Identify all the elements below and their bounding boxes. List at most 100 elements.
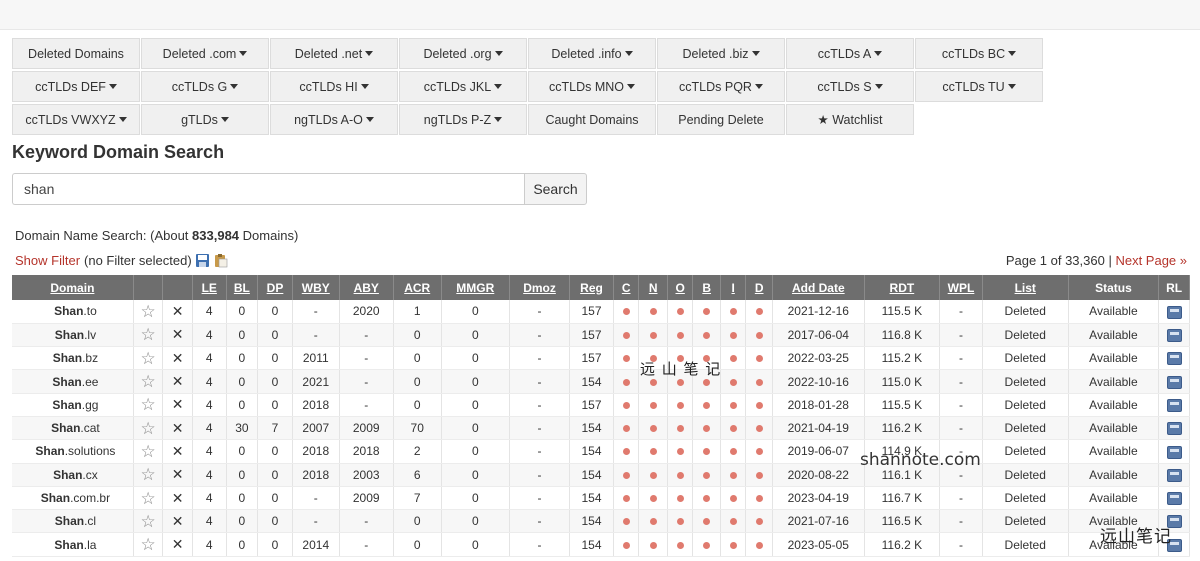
register-icon[interactable]	[1166, 538, 1182, 552]
dot-icon[interactable]	[703, 471, 711, 479]
reg-cell[interactable]: 154	[569, 439, 614, 464]
rdt-cell[interactable]: 116.5 K	[864, 509, 941, 534]
star-icon[interactable]: ☆	[140, 489, 155, 508]
column-header[interactable]: ACR	[393, 275, 442, 300]
domain-cell[interactable]: Shan.ee	[12, 369, 134, 394]
acr-cell[interactable]: 0	[393, 532, 442, 557]
register-icon[interactable]	[1166, 422, 1182, 436]
dot-icon[interactable]	[703, 401, 711, 409]
reg-cell[interactable]: 154	[569, 532, 614, 557]
rdt-cell[interactable]: 116.1 K	[864, 463, 941, 487]
aby-cell[interactable]: 2020	[339, 300, 394, 324]
dot-icon[interactable]	[729, 308, 737, 316]
register-icon[interactable]	[1166, 515, 1182, 529]
domain-keyword[interactable]: Shan	[35, 444, 64, 458]
domain-tld[interactable]: .com.br	[70, 491, 110, 505]
dot-icon[interactable]	[676, 401, 684, 409]
column-header[interactable]: N	[638, 275, 668, 300]
dot-icon[interactable]	[649, 308, 657, 316]
aby-cell[interactable]: -	[339, 393, 394, 417]
column-header[interactable]: Add Date	[772, 275, 865, 300]
dp-cell[interactable]: 0	[257, 393, 293, 417]
domain-cell[interactable]: Shan.com.br	[12, 486, 134, 511]
status-cell[interactable]: Available	[1068, 439, 1160, 464]
dot-icon[interactable]	[703, 518, 711, 526]
close-icon[interactable]: ✕	[172, 490, 184, 506]
dot-icon[interactable]	[703, 355, 711, 363]
dot-icon[interactable]	[703, 425, 711, 433]
bl-cell[interactable]: 0	[226, 509, 259, 534]
column-header[interactable]: RDT	[864, 275, 941, 300]
column-header[interactable]: MMGR	[441, 275, 510, 300]
nav-button[interactable]: ★ Watchlist	[786, 104, 914, 135]
acr-cell[interactable]: 6	[393, 463, 442, 487]
dot-icon[interactable]	[676, 308, 684, 316]
nav-button[interactable]: Deleted .info	[528, 38, 656, 69]
dot-icon[interactable]	[649, 401, 657, 409]
domain-keyword[interactable]: Shan	[54, 304, 83, 318]
rdt-cell[interactable]: 116.2 K	[864, 416, 941, 441]
aby-cell[interactable]: -	[339, 532, 394, 557]
rdt-cell[interactable]: 114.9 K	[864, 439, 941, 464]
domain-keyword[interactable]: Shan	[52, 375, 81, 389]
domain-keyword[interactable]: Shan	[53, 351, 82, 365]
wby-cell[interactable]: 2021	[292, 369, 340, 394]
acr-cell[interactable]: 1	[393, 300, 442, 324]
dot-icon[interactable]	[622, 448, 630, 456]
aby-cell[interactable]: 2009	[339, 416, 394, 441]
column-header[interactable]: DP	[257, 275, 293, 300]
status-cell[interactable]: Available	[1068, 369, 1160, 394]
status-cell[interactable]: Available	[1068, 486, 1160, 511]
star-icon[interactable]: ☆	[140, 372, 155, 391]
star-icon[interactable]: ☆	[140, 325, 155, 344]
nav-button[interactable]: ngTLDs P-Z	[399, 104, 527, 135]
dot-icon[interactable]	[649, 541, 657, 549]
domain-keyword[interactable]: Shan	[41, 491, 70, 505]
dp-cell[interactable]: 0	[257, 346, 293, 371]
wby-cell[interactable]: 2018	[292, 439, 340, 464]
dot-icon[interactable]	[703, 448, 711, 456]
dp-cell[interactable]: 7	[257, 416, 293, 441]
star-icon[interactable]: ☆	[140, 442, 155, 461]
bl-cell[interactable]: 0	[226, 532, 259, 557]
dp-cell[interactable]: 0	[257, 509, 293, 534]
dot-icon[interactable]	[649, 518, 657, 526]
close-icon[interactable]: ✕	[172, 373, 184, 389]
bl-cell[interactable]: 0	[226, 323, 259, 348]
dot-icon[interactable]	[755, 331, 763, 339]
domain-tld[interactable]: .cat	[80, 421, 99, 435]
dot-icon[interactable]	[622, 541, 630, 549]
domain-keyword[interactable]: Shan	[53, 468, 82, 482]
domain-tld[interactable]: .ee	[82, 375, 99, 389]
dot-icon[interactable]	[703, 308, 711, 316]
reg-cell[interactable]: 157	[569, 393, 614, 417]
star-icon[interactable]: ☆	[140, 395, 155, 414]
dot-icon[interactable]	[676, 495, 684, 503]
column-header[interactable]: Status	[1068, 275, 1160, 300]
acr-cell[interactable]: 0	[393, 509, 442, 534]
star-icon[interactable]: ☆	[140, 465, 155, 484]
dot-icon[interactable]	[649, 331, 657, 339]
bl-cell[interactable]: 0	[226, 369, 259, 394]
rdt-cell[interactable]: 115.0 K	[864, 369, 941, 394]
reg-cell[interactable]: 154	[569, 509, 614, 534]
status-cell[interactable]: Available	[1068, 393, 1160, 417]
rdt-cell[interactable]: 116.8 K	[864, 323, 941, 348]
domain-cell[interactable]: Shan.cat	[12, 416, 134, 441]
dot-icon[interactable]	[676, 331, 684, 339]
column-header[interactable]: WBY	[292, 275, 340, 300]
dot-icon[interactable]	[755, 355, 763, 363]
dot-icon[interactable]	[729, 448, 737, 456]
dot-icon[interactable]	[755, 471, 763, 479]
nav-button[interactable]: Deleted .org	[399, 38, 527, 69]
domain-cell[interactable]: Shan.solutions	[12, 439, 134, 464]
aby-cell[interactable]: -	[339, 369, 394, 394]
nav-button[interactable]: ccTLDs VWXYZ	[12, 104, 140, 135]
dot-icon[interactable]	[649, 378, 657, 386]
reg-cell[interactable]: 154	[569, 369, 614, 394]
nav-button[interactable]: ccTLDs DEF	[12, 71, 140, 102]
dot-icon[interactable]	[622, 495, 630, 503]
dot-icon[interactable]	[622, 425, 630, 433]
dot-icon[interactable]	[755, 495, 763, 503]
domain-cell[interactable]: Shan.cl	[12, 509, 134, 534]
